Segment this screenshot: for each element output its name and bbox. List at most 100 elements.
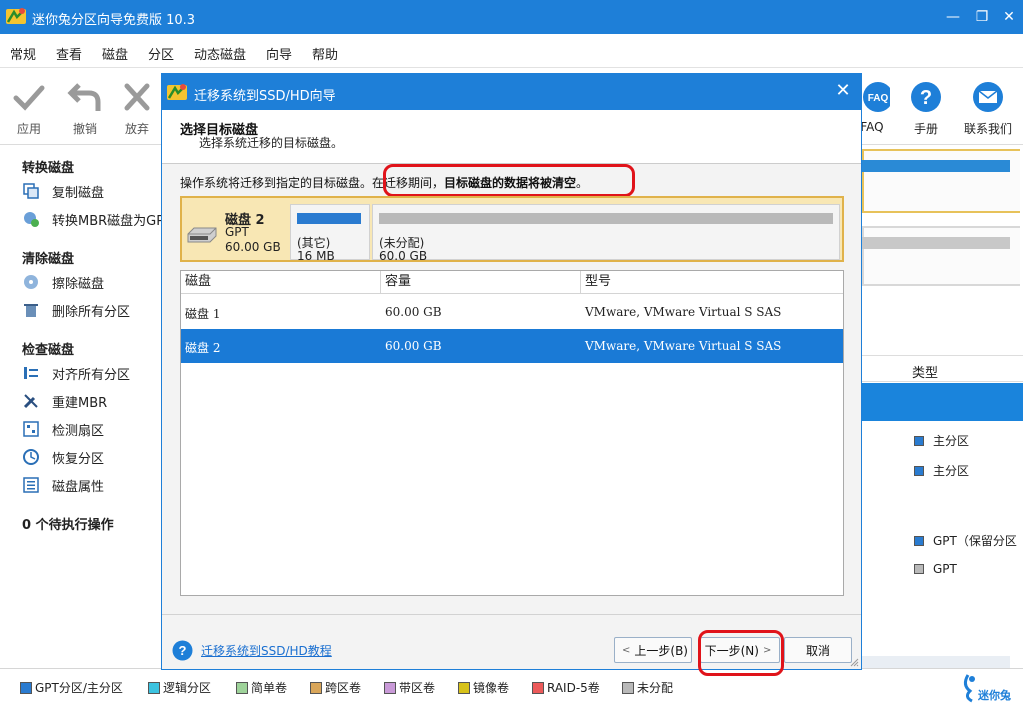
svg-text:?: ? xyxy=(179,643,187,658)
legend-item: 简单卷 xyxy=(236,679,287,696)
cancel-button[interactable]: 取消 xyxy=(784,637,852,663)
cancel-button-label: 取消 xyxy=(805,643,830,658)
partition-block-unallocated[interactable]: (未分配) 60.0 GB xyxy=(372,204,840,263)
dialog-logo-icon xyxy=(167,84,187,100)
sidebar-item-convert-mbr-gpt[interactable]: 转换MBR磁盘为GPT xyxy=(22,208,172,230)
menu-partition[interactable]: 分区 xyxy=(148,44,174,63)
table-row[interactable]: 磁盘 1 60.00 GB VMware, VMware Virtual S S… xyxy=(181,295,843,329)
sidebar-item-delete-all-partitions[interactable]: 删除所有分区 xyxy=(22,299,130,321)
background-item-type: 主分区 xyxy=(933,434,970,448)
section-clean-disk: 清除磁盘 xyxy=(22,252,75,267)
cell-disk: 磁盘 2 xyxy=(185,341,221,355)
target-disk-map[interactable]: 磁盘 2 GPT 60.00 GB (其它) 16 MB (未分配) 60.0 … xyxy=(180,196,844,263)
legend-label: GPT分区/主分区 xyxy=(35,681,123,695)
back-button-label: 上一步(B) xyxy=(634,643,688,658)
app-logo-icon xyxy=(6,8,26,24)
legend-swatch-icon xyxy=(384,681,396,694)
tutorial-link-text[interactable]: 迁移系统到SSD/HD教程 xyxy=(201,642,332,659)
sidebar-item-surface-test[interactable]: 检测扇区 xyxy=(22,418,104,440)
discard-label: 放弃 xyxy=(124,122,149,136)
sidebar-item-label: 复制磁盘 xyxy=(52,185,105,201)
manual-label: 手册 xyxy=(913,122,938,136)
resize-grip-icon[interactable] xyxy=(849,657,859,667)
dialog-close-button[interactable]: ✕ xyxy=(833,81,853,101)
undo-label: 撤销 xyxy=(72,122,97,136)
cell-disk: 磁盘 1 xyxy=(185,307,221,321)
background-disk-card-2[interactable] xyxy=(862,226,1020,286)
legend-label: RAID-5卷 xyxy=(547,681,600,695)
background-partition-item[interactable]: 主分区 xyxy=(914,462,969,479)
manual-icon: ? xyxy=(911,82,941,112)
maximize-button[interactable]: ❐ xyxy=(971,6,993,28)
partition-swatch-icon xyxy=(914,535,924,546)
wipe-disk-icon xyxy=(24,275,38,289)
legend-item: 逻辑分区 xyxy=(148,679,211,696)
undo-button[interactable]: 撤销 xyxy=(61,80,109,137)
horizontal-scrollbar[interactable] xyxy=(862,656,1010,668)
convert-disk-icon xyxy=(24,212,39,227)
svg-text:?: ? xyxy=(920,87,932,109)
background-item-type: 主分区 xyxy=(933,464,970,478)
notice-prefix: 操作系统将迁移到指定的目标磁盘。 xyxy=(180,176,373,190)
legend-label: 未分配 xyxy=(637,681,674,695)
apply-button[interactable]: 应用 xyxy=(5,80,53,137)
column-header-disk[interactable]: 磁盘 xyxy=(181,271,381,293)
background-selected-row[interactable] xyxy=(862,383,1023,421)
align-icon xyxy=(24,367,38,379)
dialog-subheading: 选择系统迁移的目标磁盘。 xyxy=(199,136,344,150)
help-icon: ? xyxy=(172,640,193,661)
recovery-icon xyxy=(23,449,39,465)
background-partition-item[interactable]: 主分区 xyxy=(914,432,969,449)
menu-bar: 常规 查看 磁盘 分区 动态磁盘 向导 帮助 xyxy=(0,34,1023,68)
legend-item: 未分配 xyxy=(622,679,673,696)
back-button[interactable]: < 上一步(B) xyxy=(614,637,692,663)
background-type-header: 类型 xyxy=(912,366,939,381)
sidebar-item-wipe-disk[interactable]: 擦除磁盘 xyxy=(22,271,104,293)
sidebar-item-label: 擦除磁盘 xyxy=(52,276,105,292)
partition-swatch-icon xyxy=(914,564,924,574)
table-row-selected[interactable]: 磁盘 2 60.00 GB VMware, VMware Virtual S S… xyxy=(181,329,843,363)
legend-label: 跨区卷 xyxy=(325,681,362,695)
manual-button[interactable]: ? 手册 xyxy=(902,80,950,137)
discard-button[interactable]: 放弃 xyxy=(117,80,157,137)
background-partition-item[interactable]: GPT xyxy=(914,562,957,576)
warning-highlight-annotation xyxy=(383,164,635,197)
section-convert-disk: 转换磁盘 xyxy=(22,161,75,176)
background-disk-card[interactable] xyxy=(862,149,1020,213)
section-check-disk: 检查磁盘 xyxy=(22,343,75,358)
menu-help[interactable]: 帮助 xyxy=(312,44,338,63)
apply-label: 应用 xyxy=(16,122,41,136)
pending-operations: 0 个待执行操作 xyxy=(22,518,114,533)
sidebar-item-rebuild-mbr[interactable]: 重建MBR xyxy=(22,390,107,412)
trash-icon xyxy=(24,304,38,317)
minimize-button[interactable]: — xyxy=(942,6,964,28)
column-header-capacity[interactable]: 容量 xyxy=(381,271,581,293)
sidebar-item-copy-disk[interactable]: 复制磁盘 xyxy=(22,180,104,202)
legend-item: GPT分区/主分区 xyxy=(20,679,123,696)
disk-map-size: 60.00 GB xyxy=(225,240,281,254)
partition-size: 16 MB xyxy=(297,249,335,263)
menu-disk[interactable]: 磁盘 xyxy=(102,44,128,63)
sidebar-item-align-partitions[interactable]: 对齐所有分区 xyxy=(22,362,130,384)
sidebar-item-disk-properties[interactable]: 磁盘属性 xyxy=(22,474,104,496)
tutorial-link[interactable]: ? 迁移系统到SSD/HD教程 xyxy=(172,640,332,661)
sidebar-item-label: 恢复分区 xyxy=(52,451,105,467)
background-partition-item[interactable]: GPT（保留分区 xyxy=(914,532,1017,549)
legend-item: 带区卷 xyxy=(384,679,435,696)
partition-block-other[interactable]: (其它) 16 MB xyxy=(290,204,370,263)
undo-icon xyxy=(67,83,101,111)
contact-us-button[interactable]: 联系我们 xyxy=(960,80,1016,137)
sidebar-item-partition-recovery[interactable]: 恢复分区 xyxy=(22,446,104,468)
cell-capacity: 60.00 GB xyxy=(385,305,442,319)
column-header-model[interactable]: 型号 xyxy=(581,271,843,293)
partition-usage-bar xyxy=(297,213,361,224)
surface-test-icon xyxy=(23,421,39,437)
menu-dynamic-disk[interactable]: 动态磁盘 xyxy=(194,44,246,63)
menu-wizard[interactable]: 向导 xyxy=(266,44,292,63)
menu-general[interactable]: 常规 xyxy=(10,44,36,63)
legend-item: 镜像卷 xyxy=(458,679,509,696)
menu-view[interactable]: 查看 xyxy=(56,44,82,63)
close-window-button[interactable]: ✕ xyxy=(998,6,1020,28)
contact-icon xyxy=(973,82,1003,112)
sidebar-item-label: 检测扇区 xyxy=(52,423,105,439)
